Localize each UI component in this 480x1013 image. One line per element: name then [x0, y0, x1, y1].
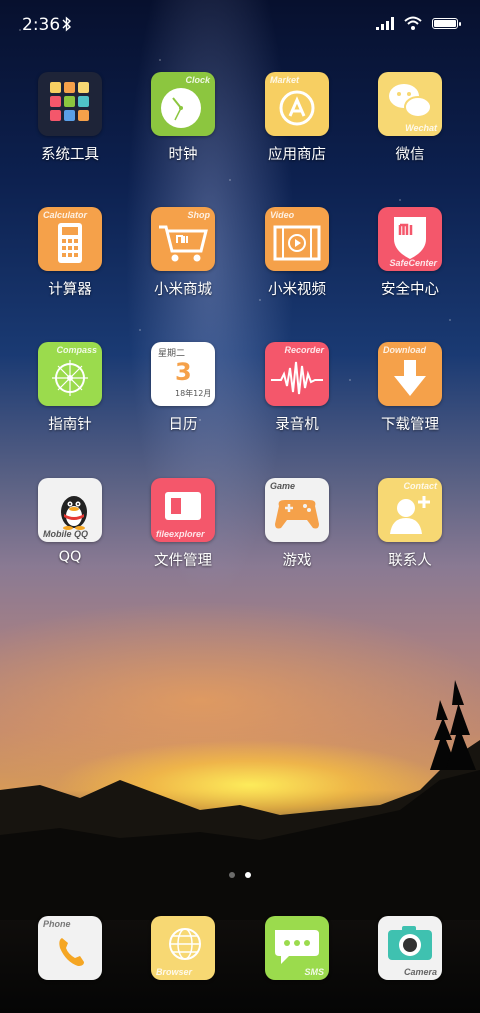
app-mi-video[interactable]: Video 小米视频: [242, 207, 352, 299]
calendar-icon: 星期二 3 18年12月: [151, 342, 215, 406]
shield-icon: SafeCenter: [378, 207, 442, 271]
wallpaper-mountains: [0, 680, 480, 920]
calculator-icon: Calculator: [38, 207, 102, 271]
dock-camera[interactable]: Camera: [355, 916, 465, 980]
icon-caption: Camera: [403, 967, 437, 977]
app-label: 日历: [168, 417, 198, 433]
app-app-store[interactable]: Market 应用商店: [242, 72, 352, 164]
app-label: 微信: [395, 147, 425, 163]
app-mi-shop[interactable]: Shop 小米商城: [128, 207, 238, 299]
icon-caption: Phone: [43, 919, 71, 929]
page-indicator: [0, 872, 480, 878]
app-label: 小米视频: [268, 282, 326, 298]
download-icon: Download: [378, 342, 442, 406]
camera-icon: Camera: [378, 916, 442, 980]
icon-caption: fileexplorer: [156, 529, 205, 539]
folder-icon: [38, 72, 102, 136]
compass-icon: Compass: [38, 342, 102, 406]
status-time: 2:36: [22, 15, 61, 35]
phone-icon: Phone: [38, 916, 102, 980]
shopping-cart-icon: Shop: [151, 207, 215, 271]
gamepad-icon: Game: [265, 478, 329, 542]
app-qq[interactable]: Mobile QQ QQ: [15, 478, 125, 565]
icon-caption: Recorder: [284, 345, 324, 355]
app-label: 系统工具: [41, 147, 99, 163]
app-label: 小米商城: [154, 282, 212, 298]
app-contacts[interactable]: Contact 联系人: [355, 478, 465, 570]
page-dot-active[interactable]: [245, 872, 251, 878]
app-system-tools[interactable]: 系统工具: [15, 72, 125, 164]
icon-caption: Calculator: [43, 210, 88, 220]
bluetooth-icon: [62, 16, 72, 32]
app-label: 应用商店: [268, 147, 326, 163]
app-label: 文件管理: [154, 553, 212, 569]
battery-icon: [432, 17, 461, 29]
icon-caption: Shop: [187, 210, 211, 220]
app-calculator[interactable]: Calculator 计算器: [15, 207, 125, 299]
clock-icon: Clock: [151, 72, 215, 136]
wifi-icon: [404, 16, 422, 30]
wechat-icon: Wechat: [378, 72, 442, 136]
video-icon: Video: [265, 207, 329, 271]
recorder-icon: Recorder: [265, 342, 329, 406]
app-label: 录音机: [275, 417, 319, 433]
icon-caption: Contact: [403, 481, 438, 491]
signal-icon: [376, 16, 394, 30]
app-label: QQ: [58, 549, 82, 565]
app-label: 指南针: [48, 417, 92, 433]
dock-sms[interactable]: SMS: [242, 916, 352, 980]
icon-caption: Market: [270, 75, 300, 85]
app-file-manager[interactable]: fileexplorer 文件管理: [128, 478, 238, 570]
icon-caption: Compass: [56, 345, 97, 355]
icon-caption: SafeCenter: [389, 258, 437, 268]
icon-caption: Wechat: [405, 123, 437, 133]
dock-browser[interactable]: Browser: [128, 916, 238, 980]
icon-caption: Video: [270, 210, 295, 220]
app-label: 游戏: [282, 553, 312, 569]
app-games[interactable]: Game 游戏: [242, 478, 352, 570]
icon-caption: Download: [383, 345, 426, 355]
app-label: 下载管理: [381, 417, 439, 433]
calendar-month: 18年12月: [175, 389, 212, 398]
app-clock[interactable]: Clock 时钟: [128, 72, 238, 164]
app-download-manager[interactable]: Download 下载管理: [355, 342, 465, 434]
app-store-icon: Market: [265, 72, 329, 136]
icon-caption: Game: [270, 481, 296, 491]
app-label: 计算器: [48, 282, 92, 298]
browser-icon: Browser: [151, 916, 215, 980]
sms-icon: SMS: [265, 916, 329, 980]
icon-caption: Clock: [185, 75, 210, 85]
contact-icon: Contact: [378, 478, 442, 542]
icon-caption: SMS: [304, 967, 324, 977]
dock-phone[interactable]: Phone: [15, 916, 125, 980]
app-wechat[interactable]: Wechat 微信: [355, 72, 465, 164]
icon-caption: Browser: [156, 967, 193, 977]
app-compass[interactable]: Compass 指南针: [15, 342, 125, 434]
app-security-center[interactable]: SafeCenter 安全中心: [355, 207, 465, 299]
app-label: 安全中心: [381, 282, 439, 298]
app-calendar[interactable]: 星期二 3 18年12月 日历: [128, 342, 238, 434]
file-manager-icon: fileexplorer: [151, 478, 215, 542]
app-label: 联系人: [388, 553, 432, 569]
app-label: 时钟: [168, 147, 198, 163]
app-recorder[interactable]: Recorder 录音机: [242, 342, 352, 434]
qq-penguin-icon: Mobile QQ: [38, 478, 102, 542]
calendar-day: 3: [175, 358, 192, 386]
page-dot[interactable]: [229, 872, 235, 878]
icon-caption: Mobile QQ: [43, 529, 88, 539]
status-bar: 2:36: [0, 0, 480, 52]
